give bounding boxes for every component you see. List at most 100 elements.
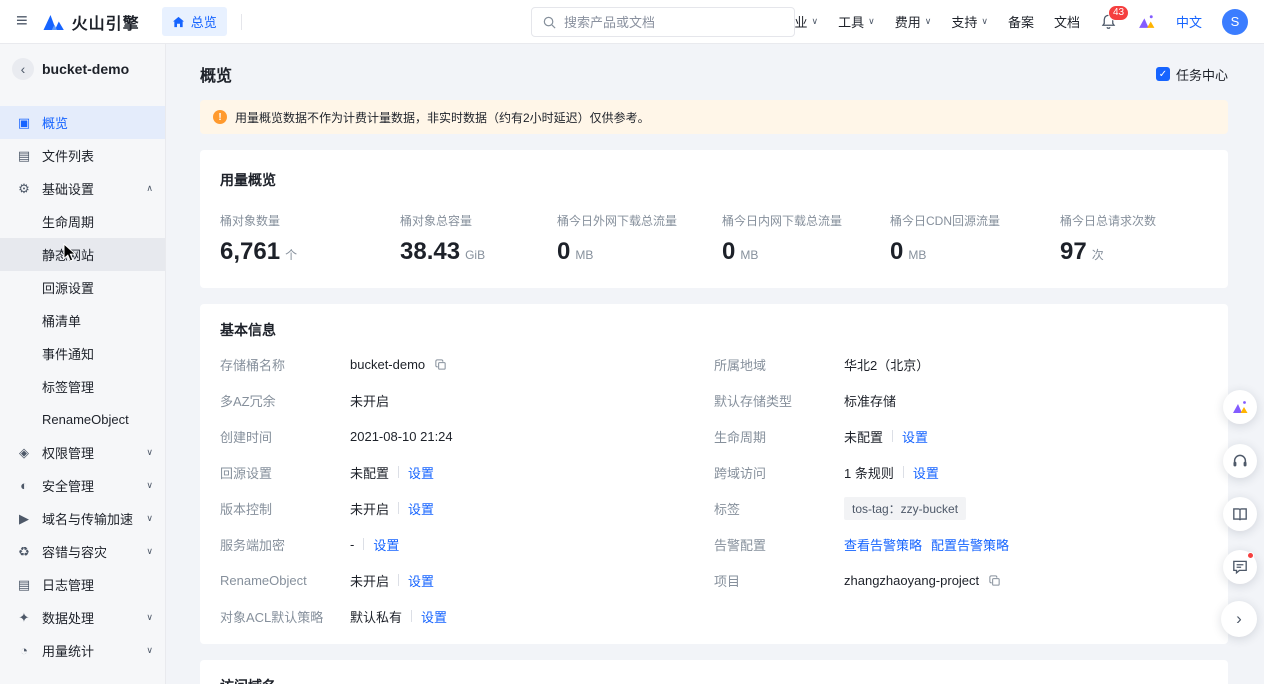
search-input[interactable]	[564, 15, 784, 30]
topbar-divider	[241, 14, 242, 30]
headset-icon	[1231, 452, 1249, 470]
sidebar-item[interactable]: ▤ 文件列表	[0, 139, 165, 172]
user-avatar[interactable]: S	[1222, 9, 1248, 35]
sidebar-item[interactable]: RenameObject	[0, 403, 165, 436]
info-row: 多AZ冗余 未开启	[220, 382, 714, 418]
language-switch[interactable]: 中文	[1176, 12, 1202, 31]
tag-chip: tos-tag：zzy-bucket	[844, 497, 966, 520]
sidebar-item-label: 权限管理	[42, 443, 94, 462]
topbar-link[interactable]: 文档	[1054, 12, 1080, 31]
info-value: 未配置	[844, 427, 928, 446]
promotion-icon[interactable]	[1137, 13, 1156, 30]
basic-settings-icon: ⚙	[16, 181, 32, 197]
sidebar-item-label: 静态网站	[42, 245, 94, 264]
info-row: 创建时间 2021-08-10 21:24	[220, 418, 714, 454]
stat-number: 97	[1060, 238, 1087, 266]
chevron-right-icon: ›	[1236, 609, 1242, 629]
sidebar-item[interactable]: ✦ 数据处理 ∨	[0, 601, 165, 634]
setting-link[interactable]: 设置	[902, 427, 928, 446]
setting-link[interactable]: 设置	[421, 607, 447, 626]
sidebar-item-label: 用量统计	[42, 641, 94, 660]
info-value-text: bucket-demo	[350, 357, 425, 372]
setting-link[interactable]: 设置	[408, 463, 434, 482]
sidebar-item[interactable]: ◐ 安全管理 ∨	[0, 469, 165, 502]
topbar-menu[interactable]: 费用 ∨	[895, 12, 932, 31]
chevron-icon[interactable]: ∨	[146, 513, 153, 524]
chevron-icon[interactable]: ∨	[146, 447, 153, 458]
sidebar-item[interactable]: 桶清单	[0, 304, 165, 337]
sidebar-item-label: 数据处理	[42, 608, 94, 627]
info-value: 查看告警策略 配置告警策略	[844, 535, 1009, 554]
setting-link[interactable]: 设置	[373, 535, 399, 554]
info-value-text: 1 条规则	[844, 463, 894, 482]
setting-link[interactable]: 设置	[408, 499, 434, 518]
topbar-link[interactable]: 备案	[1008, 12, 1034, 31]
info-value: zhangzhaoyang-project	[844, 573, 1001, 588]
info-label: 存储桶名称	[220, 355, 350, 374]
info-label: 默认存储类型	[714, 391, 844, 410]
copy-icon[interactable]	[434, 358, 447, 371]
sidebar-item[interactable]: ♻ 容错与容灾 ∨	[0, 535, 165, 568]
info-row: 跨域访问 1 条规则	[714, 454, 1208, 490]
stat-label: 桶对象数量	[220, 212, 400, 229]
setting-link[interactable]: 查看告警策略	[844, 535, 922, 554]
chevron-icon[interactable]: ∧	[146, 183, 153, 194]
stat-value: 6,761 个	[220, 238, 400, 266]
support-fab[interactable]	[1223, 444, 1257, 478]
setting-link[interactable]: 配置告警策略	[931, 535, 1009, 554]
sidebar-item[interactable]: ◔ 用量统计 ∨	[0, 634, 165, 667]
sidebar-item[interactable]: 标签管理	[0, 370, 165, 403]
setting-link[interactable]: 设置	[408, 571, 434, 590]
hamburger-menu-icon[interactable]: ≡	[16, 11, 28, 31]
info-label: 创建时间	[220, 427, 350, 446]
copy-icon[interactable]	[988, 574, 1001, 587]
sidebar-item[interactable]: 事件通知	[0, 337, 165, 370]
console-overview-button[interactable]: 总览	[162, 7, 227, 36]
stat-number: 0	[557, 238, 570, 266]
topbar-right-nav: 企业 ∨ 工具 ∨ 费用 ∨ 支持 ∨	[782, 9, 1248, 35]
page-header: 概览 ✓ 任务中心	[200, 62, 1228, 86]
feedback-fab[interactable]	[1223, 550, 1257, 584]
sidebar-item[interactable]: 静态网站	[0, 238, 165, 271]
info-value: 未开启	[350, 391, 389, 410]
expand-fab[interactable]: ›	[1221, 601, 1257, 637]
topbar-menu[interactable]: 支持 ∨	[951, 12, 988, 31]
topbar-menus: 企业 ∨ 工具 ∨ 费用 ∨ 支持 ∨	[782, 12, 988, 31]
sidebar-item[interactable]: 生命周期	[0, 205, 165, 238]
brand-logo[interactable]: 火山引擎	[42, 10, 140, 34]
chevron-icon[interactable]: ∨	[146, 480, 153, 491]
chevron-icon[interactable]: ∨	[146, 645, 153, 656]
info-value: 华北2（北京）	[844, 355, 929, 374]
sidebar-item[interactable]: ▣ 概览	[0, 106, 165, 139]
fault-tolerance-icon: ♻	[16, 544, 32, 560]
promotion-fab[interactable]	[1223, 390, 1257, 424]
stat-label: 桶对象总容量	[400, 212, 557, 229]
sidebar-item[interactable]: ▶ 域名与传输加速 ∨	[0, 502, 165, 535]
topbar-menu-label: 支持	[951, 12, 977, 31]
sidebar-item[interactable]: ⚙ 基础设置 ∧	[0, 172, 165, 205]
info-value-text: 未配置	[844, 427, 883, 446]
info-value: 未开启	[350, 571, 434, 590]
sidebar-item[interactable]: ▤ 日志管理	[0, 568, 165, 601]
chevron-icon[interactable]: ∨	[146, 546, 153, 557]
back-button[interactable]: ‹	[12, 58, 34, 80]
info-label: 回源设置	[220, 463, 350, 482]
info-value: 默认私有	[350, 607, 447, 626]
data-processing-icon: ✦	[16, 610, 32, 626]
chevron-icon[interactable]: ∨	[146, 612, 153, 623]
sidebar-item[interactable]: ◈ 权限管理 ∨	[0, 436, 165, 469]
domain-acceleration-icon: ▶	[16, 511, 32, 527]
setting-link[interactable]: 设置	[913, 463, 939, 482]
notifications-button[interactable]: 43	[1100, 13, 1117, 30]
sidebar-item-label: 标签管理	[42, 377, 94, 396]
stat-unit: GiB	[465, 248, 485, 262]
task-center-button[interactable]: ✓ 任务中心	[1156, 65, 1228, 84]
book-icon	[1231, 505, 1249, 523]
docs-fab[interactable]	[1223, 497, 1257, 531]
info-row: 版本控制 未开启	[220, 490, 714, 526]
sidebar-item[interactable]: 回源设置	[0, 271, 165, 304]
sidebar-header: ‹ bucket-demo	[0, 44, 165, 90]
info-value: 2021-08-10 21:24	[350, 429, 453, 444]
brand-name: 火山引擎	[72, 10, 140, 34]
topbar-menu[interactable]: 工具 ∨	[838, 12, 875, 31]
